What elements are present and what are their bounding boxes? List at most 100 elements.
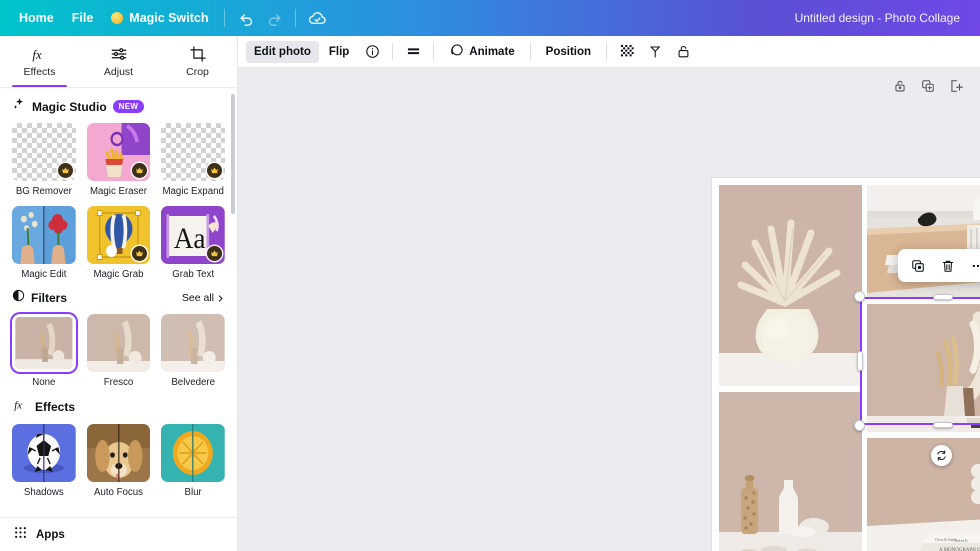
top-bar: Home File Magic Switch Untitled design -… [0, 0, 980, 36]
effects-title: Effects [35, 400, 76, 414]
panel-content: Magic Studio NEW BG Remover Magic Eraser… [0, 88, 237, 517]
lock-icon[interactable] [670, 40, 696, 64]
animate-button[interactable]: Animate [441, 38, 522, 66]
panel-tabs: fx Effects Adjust Crop [0, 36, 237, 88]
tab-adjust[interactable]: Adjust [79, 36, 158, 87]
mug-books-art: Am A MONOGRAPH OF MODERN Solve It Close … [867, 438, 980, 551]
home-button[interactable]: Home [10, 6, 63, 30]
cloud-saved-icon[interactable] [303, 5, 331, 31]
tool-label: Magic Expand [162, 186, 224, 197]
fx-icon: fx [30, 45, 49, 63]
file-menu-button[interactable]: File [63, 6, 103, 30]
info-icon[interactable] [359, 40, 385, 64]
toolbar-divider-2 [433, 43, 435, 60]
effect-thumbnail [12, 424, 76, 482]
file-label: File [71, 11, 94, 25]
filter-thumbnail [161, 314, 225, 372]
tool-label: Grab Text [172, 269, 215, 280]
home-label: Home [19, 11, 54, 25]
tab-effects[interactable]: fx Effects [0, 36, 79, 87]
duplicate-page-icon[interactable] [918, 76, 938, 96]
tool-magic-eraser[interactable]: Magic Eraser [86, 123, 151, 197]
effect-auto-focus[interactable]: Auto Focus [86, 424, 151, 498]
tool-magic-grab[interactable]: Magic Grab [86, 206, 151, 280]
tool-bg-remover[interactable]: BG Remover [12, 123, 76, 197]
panel-scrollbar[interactable] [231, 94, 235, 214]
tool-label: Magic Grab [93, 269, 144, 280]
tool-magic-expand[interactable]: Magic Expand [161, 123, 225, 197]
magic-studio-title: Magic Studio [32, 99, 107, 114]
tool-magic-edit[interactable]: Magic Edit [12, 206, 76, 280]
toolbar-divider-3 [529, 43, 531, 60]
filters-grid: None Fresco Belvedere [12, 314, 225, 388]
magic-switch-button[interactable]: Magic Switch [102, 6, 217, 30]
animate-label: Animate [469, 45, 515, 58]
toolbar-divider [224, 9, 226, 27]
svg-text:Close & Subtle: Close & Subtle [935, 538, 957, 542]
effect-thumbnail [161, 424, 225, 482]
new-badge: NEW [112, 100, 145, 113]
left-panel: fx Effects Adjust Crop Magic Studio NEW … [0, 36, 238, 551]
canvas-area: Am A MONOGRAPH OF MODERN Solve It Close … [238, 68, 980, 551]
sliders-icon [110, 45, 128, 63]
filter-thumbnail [86, 314, 151, 372]
tilt-icon[interactable] [642, 40, 668, 64]
effect-blur[interactable]: Blur [161, 424, 225, 498]
magic-switch-icon [111, 12, 124, 24]
filter-preview [161, 314, 225, 372]
rotate-handle-icon[interactable] [931, 445, 952, 466]
photo-palm-vase[interactable] [719, 185, 862, 386]
effects-header: fx Effects [12, 388, 225, 424]
effect-shadows[interactable]: Shadows [12, 424, 76, 498]
tool-grab-text[interactable]: Aa Grab Text [161, 206, 225, 280]
soccer-ball-art [12, 424, 76, 482]
transparency-icon[interactable] [614, 40, 640, 64]
effect-thumbnail [86, 424, 151, 482]
trash-icon[interactable] [935, 254, 960, 277]
editor-body: fx Effects Adjust Crop Magic Studio NEW … [0, 36, 980, 551]
apps-button[interactable]: Apps [0, 517, 237, 551]
flip-button[interactable]: Flip [321, 41, 357, 63]
position-button[interactable]: Position [538, 41, 599, 63]
filter-fresco[interactable]: Fresco [86, 314, 151, 388]
editor-area: Edit photo Flip Animate Position A MONOG… [238, 36, 980, 551]
magic-studio-grid: BG Remover Magic Eraser Magic Expand Mag… [12, 123, 225, 280]
tool-label: Magic Eraser [89, 186, 148, 197]
spacing-icon[interactable] [400, 40, 426, 64]
duplicate-icon[interactable] [905, 254, 930, 277]
transparency-glyph [620, 44, 634, 57]
tool-label: BG Remover [15, 186, 72, 197]
floating-context-menu [898, 249, 980, 282]
more-options-icon[interactable] [965, 254, 980, 277]
lock-page-icon[interactable] [890, 76, 910, 96]
filter-preview [15, 316, 73, 370]
tool-thumbnail [12, 206, 76, 264]
edit-photo-button[interactable]: Edit photo [246, 40, 319, 63]
photo-mug-books[interactable]: Am A MONOGRAPH OF MODERN Solve It Close … [867, 438, 980, 551]
svg-text:Aa: Aa [174, 222, 206, 255]
animate-icon [449, 43, 464, 61]
tool-label: Magic Edit [21, 269, 67, 280]
orange-slice-art [161, 424, 225, 482]
toolbar-divider-2 [295, 9, 297, 27]
filter-none[interactable]: None [12, 314, 76, 388]
pro-crown-icon [207, 246, 222, 261]
effect-label: Shadows [23, 487, 64, 498]
dog-art [86, 424, 151, 482]
tool-thumbnail: Aa [161, 206, 225, 264]
design-title[interactable]: Untitled design - Photo Collage [785, 6, 970, 30]
filters-see-all[interactable]: See all [182, 292, 225, 304]
tab-crop[interactable]: Crop [158, 36, 237, 87]
toolbar-divider [392, 43, 394, 60]
photo-bottle-bowls[interactable] [719, 392, 862, 551]
add-page-icon[interactable] [946, 76, 966, 96]
photo-pampas-vase[interactable] [867, 304, 980, 432]
palm-vase-art [719, 185, 862, 386]
filter-belvedere[interactable]: Belvedere [161, 314, 225, 388]
tool-thumbnail [86, 206, 151, 264]
magic-studio-header: Magic Studio NEW [12, 88, 225, 123]
redo-icon[interactable] [260, 5, 288, 31]
undo-icon[interactable] [232, 5, 260, 31]
tab-crop-label: Crop [186, 66, 209, 78]
design-page[interactable]: Am A MONOGRAPH OF MODERN Solve It Close … [712, 178, 980, 551]
